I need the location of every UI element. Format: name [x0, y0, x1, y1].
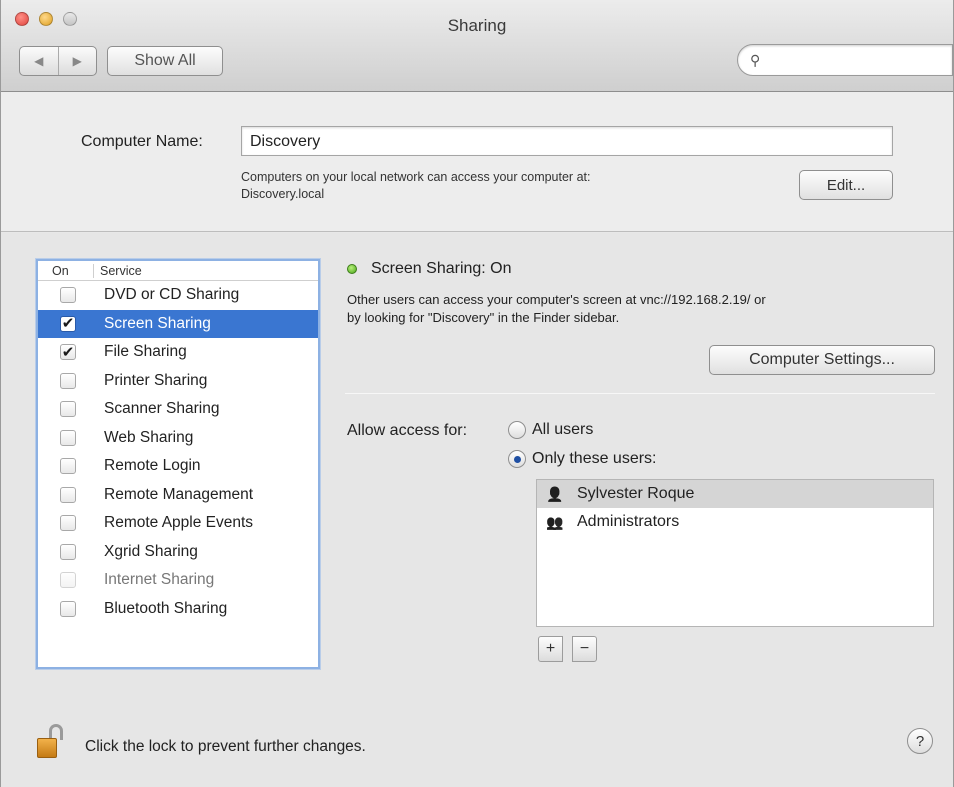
service-status-text: Screen Sharing: On — [371, 260, 512, 277]
service-row[interactable]: Xgrid Sharing — [38, 538, 318, 567]
service-list-header: On Service — [38, 261, 318, 281]
service-checkbox[interactable] — [60, 458, 76, 475]
help-button[interactable]: ? — [907, 728, 933, 754]
computer-name-label: Computer Name: — [81, 133, 203, 150]
divider — [345, 393, 935, 394]
service-row[interactable]: DVD or CD Sharing — [38, 281, 318, 310]
service-row[interactable]: ✔ File Sharing — [38, 338, 318, 367]
service-checkbox[interactable]: ✔ — [60, 344, 76, 361]
service-row[interactable]: Scanner Sharing — [38, 395, 318, 424]
lock-bar: Click the lock to prevent further change… — [1, 688, 953, 787]
service-label: Screen Sharing — [104, 314, 211, 332]
radio-all-users[interactable]: All users — [508, 421, 593, 439]
lock-icon[interactable] — [37, 724, 65, 760]
service-row[interactable]: Bluetooth Sharing — [38, 595, 318, 624]
forward-arrow-icon: ▶ — [72, 54, 82, 68]
sharing-window: Sharing ◀ ▶ Show All ⚲ Computer Name: Di… — [0, 0, 954, 787]
computer-settings-button[interactable]: Computer Settings... — [709, 345, 935, 375]
status-indicator-icon — [347, 264, 357, 274]
search-icon: ⚲ — [750, 52, 761, 68]
service-label: DVD or CD Sharing — [104, 286, 240, 304]
titlebar: Sharing ◀ ▶ Show All ⚲ — [1, 0, 953, 92]
service-description-line1: Other users can access your computer's s… — [347, 292, 766, 307]
service-checkbox[interactable]: ✔ — [60, 315, 76, 332]
service-checkbox[interactable] — [60, 287, 76, 304]
user-row[interactable]: 👥 Administrators — [537, 508, 933, 536]
service-label: Scanner Sharing — [104, 400, 220, 418]
user-name: Sylvester Roque — [577, 485, 695, 502]
service-label: Bluetooth Sharing — [104, 599, 228, 617]
user-icon: 👤 — [546, 485, 564, 502]
service-checkbox[interactable] — [60, 515, 76, 532]
radio-button-icon — [508, 450, 526, 468]
back-forward-control: ◀ ▶ — [19, 46, 97, 76]
back-button[interactable]: ◀ — [20, 47, 59, 75]
service-row[interactable]: Web Sharing — [38, 424, 318, 453]
lock-message: Click the lock to prevent further change… — [85, 738, 366, 755]
service-label: Remote Management — [104, 485, 254, 503]
service-checkbox[interactable] — [60, 429, 76, 446]
forward-button[interactable]: ▶ — [59, 47, 97, 75]
radio-button-icon — [508, 421, 526, 439]
service-checkbox[interactable] — [60, 486, 76, 503]
service-row[interactable]: Remote Login — [38, 452, 318, 481]
sharing-main: On Service DVD or CD Sharing ✔ Screen Shar… — [1, 233, 953, 787]
computer-name-note-line2: Discovery.local — [241, 187, 325, 201]
allow-access-label: Allow access for: — [347, 422, 468, 439]
service-list: On Service DVD or CD Sharing ✔ Screen Shar… — [36, 259, 320, 669]
user-name: Administrators — [577, 513, 680, 530]
service-label: Remote Login — [104, 457, 201, 475]
search-field[interactable]: ⚲ — [737, 44, 953, 76]
service-description: Other users can access your computer's s… — [347, 291, 937, 327]
user-row[interactable]: 👤 Sylvester Roque — [537, 480, 933, 508]
service-label: Xgrid Sharing — [104, 542, 198, 560]
back-arrow-icon: ◀ — [34, 54, 44, 68]
service-label: File Sharing — [104, 343, 187, 361]
show-all-button[interactable]: Show All — [107, 46, 223, 76]
service-row[interactable]: Remote Management — [38, 481, 318, 510]
service-label: Printer Sharing — [104, 371, 208, 389]
service-row[interactable]: ✔ Screen Sharing — [38, 309, 318, 338]
service-checkbox[interactable] — [60, 372, 76, 389]
service-row[interactable]: Remote Apple Events — [38, 509, 318, 538]
user-list: 👤 Sylvester Roque 👥 Administrators — [536, 479, 934, 627]
computer-name-note-line1: Computers on your local network can acce… — [241, 170, 591, 184]
remove-user-button[interactable]: − — [572, 636, 597, 662]
service-checkbox[interactable] — [60, 543, 76, 560]
service-status: Screen Sharing: On — [347, 260, 512, 278]
service-checkbox[interactable] — [60, 572, 76, 589]
service-label: Remote Apple Events — [104, 514, 254, 532]
radio-all-users-label: All users — [532, 421, 594, 438]
service-checkbox[interactable] — [60, 600, 76, 617]
window-title: Sharing — [447, 16, 507, 35]
computer-name-note: Computers on your local network can acce… — [241, 169, 761, 203]
computer-name-section: Computer Name: Discovery Computers on yo… — [1, 92, 953, 232]
service-checkbox[interactable] — [60, 401, 76, 418]
add-user-button[interactable]: + — [538, 636, 563, 662]
header-on[interactable]: On — [38, 263, 94, 278]
edit-button[interactable]: Edit... — [799, 170, 893, 200]
service-row[interactable]: Printer Sharing — [38, 367, 318, 396]
radio-only-these-users-label: Only these users: — [532, 450, 657, 467]
computer-name-field[interactable]: Discovery — [241, 126, 893, 156]
group-icon: 👥 — [546, 513, 564, 530]
service-label: Web Sharing — [104, 428, 194, 446]
service-row[interactable]: Internet Sharing — [38, 566, 318, 595]
radio-only-these-users[interactable]: Only these users: — [508, 450, 657, 468]
service-description-line2: by looking for "Discovery" in the Finder… — [347, 310, 620, 325]
service-label: Internet Sharing — [104, 571, 215, 589]
header-service[interactable]: Service — [94, 264, 142, 278]
